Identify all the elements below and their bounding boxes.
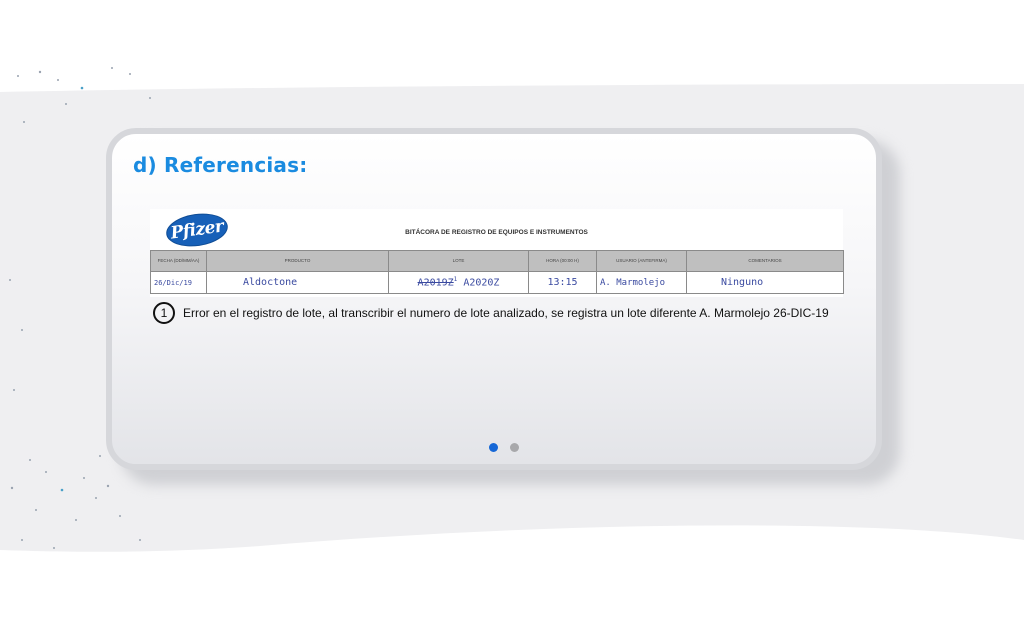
note-number-badge: 1 xyxy=(153,302,175,324)
cell-comments: Ninguno xyxy=(686,271,844,294)
correction-note: 1 Error en el registro de lote, al trans… xyxy=(153,302,829,324)
cell-product: Aldoctone xyxy=(206,271,389,294)
table-row: 26/Dic/19 Aldoctone A2019Z1 A2020Z 13:15… xyxy=(150,271,844,294)
log-table: FECHA (DD/MM/AA) PRODUCTO LOTE HORA (00:… xyxy=(150,250,844,294)
cell-date: 26/Dic/19 xyxy=(150,271,207,294)
column-header: LOTE xyxy=(388,250,529,272)
pager-dot-1[interactable] xyxy=(489,443,498,452)
lot-corrected: A2020Z xyxy=(463,277,500,289)
column-header: HORA (00:00 h) xyxy=(528,250,597,272)
lot-correction-mark: 1 xyxy=(453,276,458,284)
column-header: PRODUCTO xyxy=(206,250,389,272)
column-header: USUARIO (ANTEFIRMA) xyxy=(596,250,687,272)
product-value: Aldoctone xyxy=(243,277,298,288)
slide-card xyxy=(106,128,882,470)
cell-user: A. Marmolejo xyxy=(596,271,687,294)
pager-dot-2[interactable] xyxy=(510,443,519,452)
column-header: COMENTARIOS xyxy=(686,250,844,272)
comments-value: Ninguno xyxy=(721,277,764,288)
column-header: FECHA (DD/MM/AA) xyxy=(150,250,207,272)
note-text: Error en el registro de lote, al transcr… xyxy=(183,306,829,320)
slide-title: d) Referencias: xyxy=(133,153,308,177)
lot-crossed-out: A2019Z xyxy=(417,277,454,289)
document-snippet: Pfizer BITÁCORA DE REGISTRO DE EQUIPOS E… xyxy=(150,209,844,297)
table-header-row: FECHA (DD/MM/AA) PRODUCTO LOTE HORA (00:… xyxy=(150,250,844,272)
cell-time: 13:15 xyxy=(528,271,597,294)
slide-pager xyxy=(489,443,519,452)
cell-lot: A2019Z1 A2020Z xyxy=(388,271,529,294)
document-title: BITÁCORA DE REGISTRO DE EQUIPOS E INSTRU… xyxy=(405,229,588,236)
